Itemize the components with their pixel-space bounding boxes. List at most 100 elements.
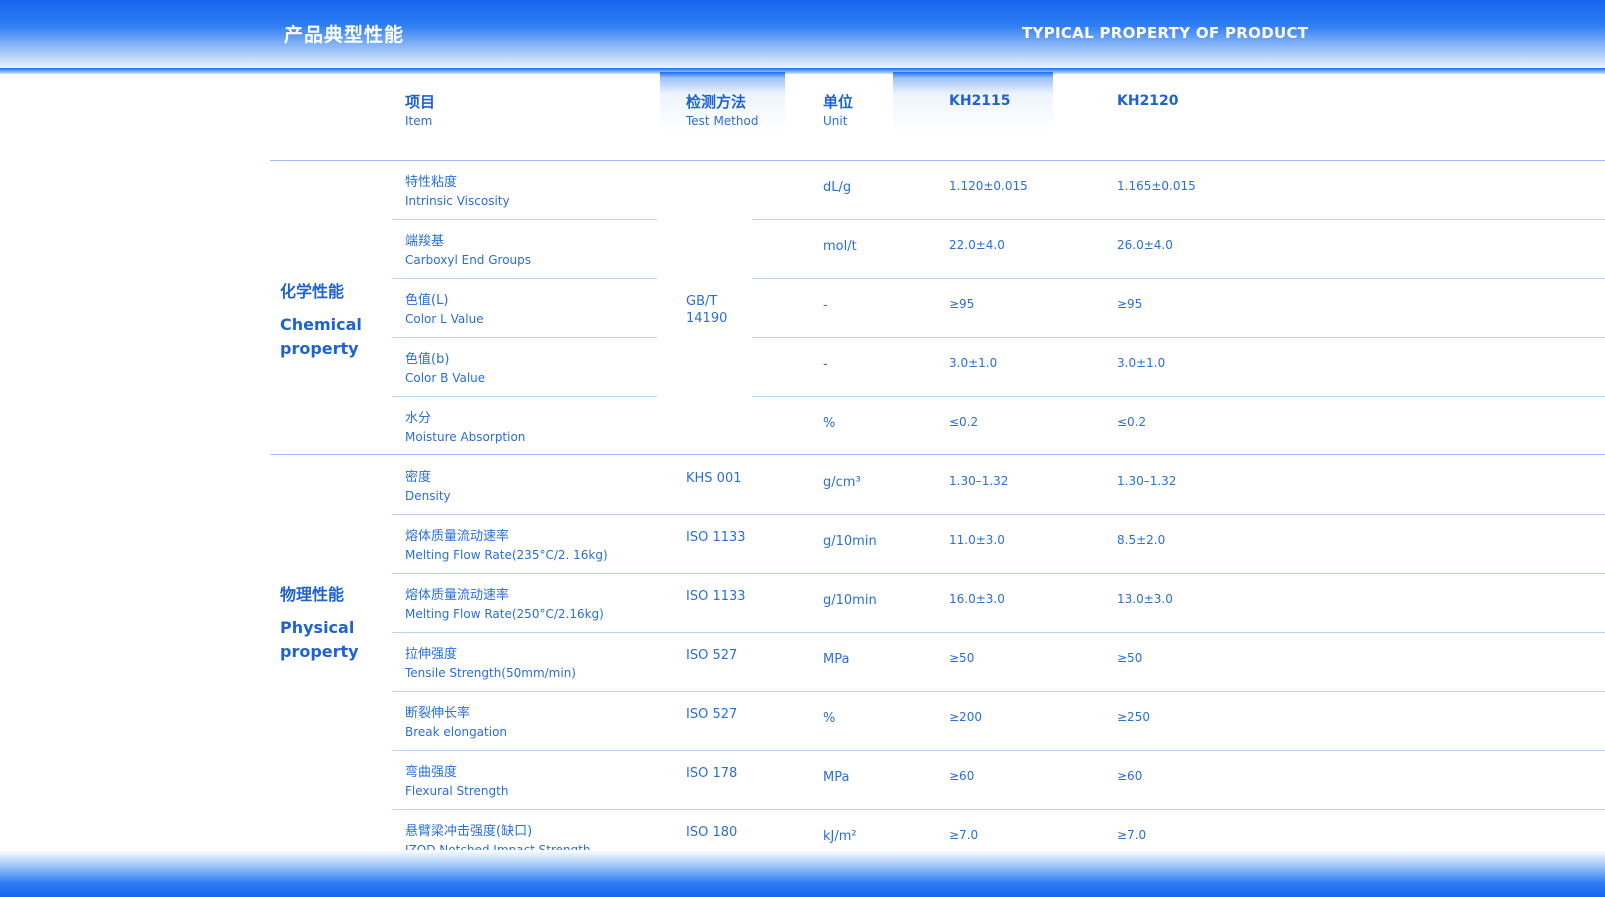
header-banner	[0, 0, 1605, 72]
page-title-cn: 产品典型性能	[284, 24, 405, 46]
item-name-cn: 水分	[405, 411, 432, 426]
kh2120-value: ≥95	[1117, 297, 1143, 311]
kh2120-value: 8.5±2.0	[1117, 533, 1166, 547]
kh2120-value: 13.0±3.0	[1117, 592, 1173, 606]
kh2115-value: ≥200	[949, 710, 982, 724]
column-header-item-en: Item	[405, 114, 433, 128]
row-divider	[392, 573, 1605, 574]
item-name-en: Carboxyl End Groups	[405, 253, 532, 267]
kh2115-value: 1.120±0.015	[949, 179, 1028, 193]
item-name-cn: 色值(b)	[405, 352, 450, 367]
item-name-cn: 端羧基	[405, 234, 445, 249]
item-name-cn: 断裂伸长率	[405, 706, 471, 721]
kh2120-value: 1.30–1.32	[1117, 474, 1177, 488]
unit-value: g/10min	[823, 534, 877, 549]
kh2120-value: ≥50	[1117, 651, 1143, 665]
unit-value: g/10min	[823, 593, 877, 608]
row-divider	[392, 514, 1605, 515]
kh2115-value: 1.30–1.32	[949, 474, 1009, 488]
item-name-cn: 色值(L)	[405, 293, 449, 308]
item-name-cn: 密度	[405, 470, 432, 485]
test-method: ISO 180	[686, 825, 738, 840]
group-label-chemical-en: Chemical property	[280, 315, 362, 358]
item-name-cn: 拉伸强度	[405, 647, 458, 662]
header-divider	[270, 160, 1605, 161]
row-divider	[392, 396, 657, 397]
item-name-cn: 弯曲强度	[405, 765, 458, 780]
column-header-unit-en: Unit	[823, 114, 848, 128]
kh2120-value: 26.0±4.0	[1117, 238, 1173, 252]
unit-value: g/cm³	[823, 475, 861, 490]
unit-value: %	[823, 416, 836, 431]
row-divider	[392, 632, 1605, 633]
kh2115-value: 22.0±4.0	[949, 238, 1005, 252]
kh2115-value: 11.0±3.0	[949, 533, 1005, 547]
row-divider	[752, 337, 1605, 338]
test-method: ISO 527	[686, 707, 738, 722]
kh2115-value: ≥60	[949, 769, 975, 783]
item-name-en: Melting Flow Rate(235°C/2. 16kg)	[405, 548, 608, 562]
unit-value: MPa	[823, 652, 850, 667]
row-divider	[392, 809, 1605, 810]
item-name-cn: 熔体质量流动速率	[405, 588, 510, 603]
column-header-method-en: Test Method	[686, 114, 759, 128]
group-label-chemical-cn: 化学性能	[280, 282, 345, 301]
column-header-method-cn: 检测方法	[686, 93, 747, 111]
kh2115-value: ≥95	[949, 297, 975, 311]
item-name-en: Moisture Absorption	[405, 430, 526, 444]
unit-value: kJ/m²	[823, 829, 857, 844]
item-name-cn: 悬臂梁冲击强度(缺口)	[405, 824, 533, 839]
header-rule	[0, 68, 1605, 74]
column-header-kh2115: KH2115	[949, 93, 1011, 109]
column-header-unit-cn: 单位	[823, 93, 854, 111]
test-method: KHS 001	[686, 471, 742, 486]
item-name-en: Melting Flow Rate(250°C/2.16kg)	[405, 607, 604, 621]
item-name-en: Color L Value	[405, 312, 484, 326]
item-name-cn: 熔体质量流动速率	[405, 529, 510, 544]
kh2115-value: 3.0±1.0	[949, 356, 998, 370]
kh2115-value: ≤0.2	[949, 415, 979, 429]
row-divider	[392, 337, 657, 338]
unit-value: %	[823, 711, 836, 726]
item-name-en: Color B Value	[405, 371, 486, 385]
page-title-en: TYPICAL PROPERTY OF PRODUCT	[1022, 24, 1309, 42]
item-name-en: Break elongation	[405, 725, 508, 739]
row-divider	[392, 278, 657, 279]
kh2120-value: ≥7.0	[1117, 828, 1147, 842]
row-divider	[392, 691, 1605, 692]
unit-value: MPa	[823, 770, 850, 785]
kh2120-value: ≤0.2	[1117, 415, 1147, 429]
kh2115-value: ≥7.0	[949, 828, 979, 842]
group-divider	[270, 454, 1605, 455]
footer-banner	[0, 850, 1605, 897]
column-header-item-cn: 项目	[405, 93, 436, 111]
row-divider	[752, 278, 1605, 279]
kh2120-value: ≥250	[1117, 710, 1150, 724]
kh2120-value: 1.165±0.015	[1117, 179, 1196, 193]
row-divider	[752, 396, 1605, 397]
test-method: ISO 527	[686, 648, 738, 663]
unit-value: mol/t	[823, 239, 857, 254]
unit-value: -	[823, 298, 828, 313]
unit-value: dL/g	[823, 180, 852, 195]
group-label-physical-en: Physical property	[280, 618, 359, 661]
row-divider	[392, 750, 1605, 751]
test-method: ISO 178	[686, 766, 738, 781]
chemical-test-method: GB/T 14190	[686, 294, 728, 326]
item-name-cn: 特性粘度	[405, 175, 458, 190]
item-name-en: Density	[405, 489, 451, 503]
kh2115-value: ≥50	[949, 651, 975, 665]
item-name-en: Flexural Strength	[405, 784, 509, 798]
unit-value: -	[823, 357, 828, 372]
test-method: ISO 1133	[686, 530, 746, 545]
column-header-kh2120: KH2120	[1117, 93, 1179, 109]
item-name-en: Intrinsic Viscosity	[405, 194, 510, 208]
row-divider	[752, 219, 1605, 220]
kh2115-value: 16.0±3.0	[949, 592, 1005, 606]
row-divider	[392, 219, 657, 220]
kh2120-value: ≥60	[1117, 769, 1143, 783]
test-method: ISO 1133	[686, 589, 746, 604]
kh2120-value: 3.0±1.0	[1117, 356, 1166, 370]
item-name-en: Tensile Strength(50mm/min)	[405, 666, 576, 680]
group-label-physical-cn: 物理性能	[280, 585, 345, 604]
